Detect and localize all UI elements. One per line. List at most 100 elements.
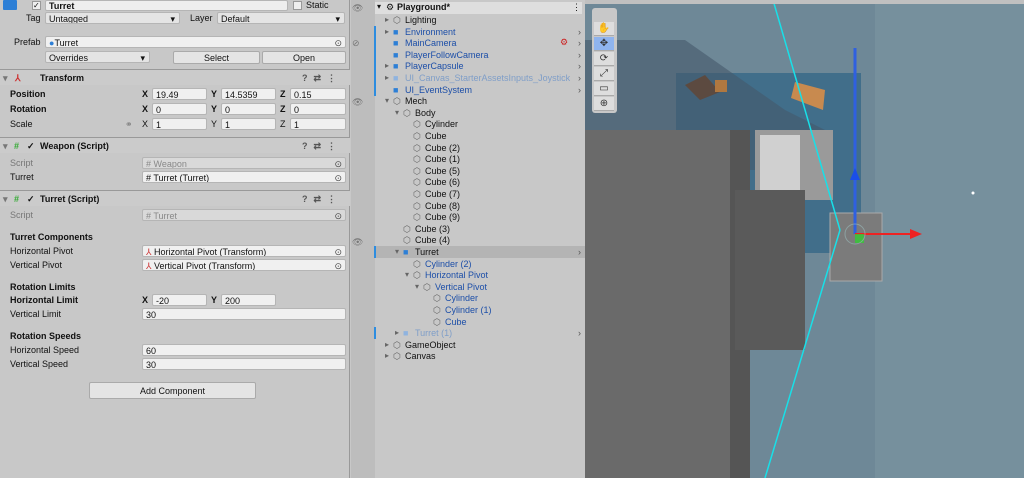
- hierarchy-item[interactable]: ▾ ⬡ Body: [375, 107, 585, 119]
- expand-arrow-icon[interactable]: ▸: [395, 327, 399, 339]
- enabled-checkbox[interactable]: ✓: [27, 191, 35, 207]
- weapon-header[interactable]: ▾ # ✓ Weapon (Script) ?⇄⋮: [0, 137, 350, 153]
- chevron-right-icon[interactable]: ›: [578, 49, 581, 61]
- expand-arrow-icon[interactable]: ▸: [385, 26, 389, 38]
- position-x[interactable]: 19.49: [152, 88, 207, 100]
- expand-arrow-icon[interactable]: ▸: [385, 350, 389, 362]
- component-menu-icons[interactable]: ?⇄⋮: [302, 138, 342, 154]
- expand-arrow-icon[interactable]: ▾: [395, 246, 399, 258]
- chevron-right-icon[interactable]: ›: [578, 84, 581, 96]
- horizontal-limit-y[interactable]: 200: [221, 294, 276, 306]
- expand-arrow-icon[interactable]: ▾: [405, 269, 409, 281]
- chevron-right-icon[interactable]: ›: [578, 26, 581, 38]
- hierarchy-item[interactable]: ⬡ Cube (3): [375, 223, 585, 235]
- vertical-pivot-field[interactable]: ⅄ Vertical Pivot (Transform) ⊙: [142, 259, 346, 271]
- collapse-arrow-icon[interactable]: ▾: [3, 70, 8, 86]
- active-checkbox[interactable]: ✓: [32, 1, 41, 10]
- vertical-limit-input[interactable]: 30: [142, 308, 346, 320]
- layer-dropdown[interactable]: Default ▾: [217, 12, 345, 24]
- enabled-checkbox[interactable]: ✓: [27, 138, 35, 154]
- transform-icon[interactable]: ⊕: [594, 97, 614, 111]
- hierarchy-item[interactable]: ▸ ■ UI_Canvas_StarterAssetsInputs_Joystick…: [375, 72, 585, 84]
- hierarchy-item[interactable]: ⬡ Cube (9): [375, 211, 585, 223]
- scale-z[interactable]: 1: [290, 118, 346, 130]
- hidden-eye-icon[interactable]: ⊘: [352, 38, 360, 49]
- hierarchy-item[interactable]: ⬡ Cube (8): [375, 200, 585, 212]
- expand-arrow-icon[interactable]: ▾: [385, 95, 389, 107]
- open-button[interactable]: Open: [262, 51, 346, 64]
- object-picker-icon[interactable]: ⊙: [334, 260, 342, 270]
- hierarchy-item[interactable]: ▸ ■ Environment ›: [375, 26, 585, 38]
- expand-arrow-icon[interactable]: ▸: [385, 14, 389, 26]
- expand-arrow-icon[interactable]: ▸: [385, 339, 389, 351]
- horizontal-limit-x[interactable]: -20: [152, 294, 207, 306]
- scale-y[interactable]: 1: [221, 118, 276, 130]
- scene-arrow-icon[interactable]: ▾: [377, 2, 381, 11]
- rotation-x[interactable]: 0: [152, 103, 207, 115]
- hierarchy-item[interactable]: ⬡ Cube (1): [375, 153, 585, 165]
- vertical-speed-input[interactable]: 30: [142, 358, 346, 370]
- hierarchy-item[interactable]: ⬡ Cylinder (1): [375, 304, 585, 316]
- hierarchy-item[interactable]: ▾ ⬡ Mech: [375, 95, 585, 107]
- object-name-input[interactable]: Turret: [45, 0, 288, 11]
- hierarchy-item[interactable]: ⬡ Cube: [375, 130, 585, 142]
- add-component-button[interactable]: Add Component: [89, 382, 256, 399]
- expand-arrow-icon[interactable]: ▾: [415, 281, 419, 293]
- static-checkbox[interactable]: [293, 1, 302, 10]
- scale-icon[interactable]: ⤢: [594, 67, 614, 81]
- prefab-field[interactable]: ●Turret ⊙: [45, 36, 346, 48]
- horizontal-speed-input[interactable]: 60: [142, 344, 346, 356]
- hierarchy-item[interactable]: ⬡ Cube (6): [375, 176, 585, 188]
- hierarchy-item[interactable]: ▾ ⬡ Horizontal Pivot: [375, 269, 585, 281]
- object-picker-icon[interactable]: ⊙: [334, 172, 342, 182]
- hierarchy-item[interactable]: ▸ ■ Turret (1) ›: [375, 327, 585, 339]
- hierarchy-item[interactable]: ⬡ Cylinder (2): [375, 258, 585, 270]
- eye-icon[interactable]: 👁: [352, 237, 363, 248]
- hierarchy-item[interactable]: ⬡ Cube: [375, 316, 585, 328]
- expand-arrow-icon[interactable]: ▸: [385, 72, 389, 84]
- hierarchy-item[interactable]: ▸ ■ PlayerCapsule ›: [375, 60, 585, 72]
- hierarchy-item[interactable]: ⬡ Cylinder: [375, 118, 585, 130]
- overrides-dropdown[interactable]: Overrides ▾: [45, 51, 150, 63]
- rotate-icon[interactable]: ⟳: [594, 52, 614, 66]
- hierarchy-item[interactable]: ⬡ Cube (4): [375, 234, 585, 246]
- expand-arrow-icon[interactable]: ▸: [385, 60, 389, 72]
- link-icon[interactable]: ⚭: [125, 117, 133, 131]
- rect-icon[interactable]: ▭: [594, 82, 614, 96]
- hierarchy-item[interactable]: ▾ ⬡ Vertical Pivot: [375, 281, 585, 293]
- hierarchy-item[interactable]: ▸ ⬡ Canvas: [375, 350, 585, 362]
- chevron-right-icon[interactable]: ›: [578, 60, 581, 72]
- chevron-right-icon[interactable]: ›: [578, 37, 581, 49]
- chevron-right-icon[interactable]: ›: [578, 246, 581, 258]
- move-icon[interactable]: ✥: [594, 37, 614, 51]
- eye-icon[interactable]: 👁: [352, 97, 363, 108]
- object-picker-icon[interactable]: ⊙: [334, 246, 342, 256]
- chevron-right-icon[interactable]: ›: [578, 72, 581, 84]
- tag-dropdown[interactable]: Untagged ▾: [45, 12, 180, 24]
- hierarchy-item[interactable]: ■ PlayerFollowCamera ›: [375, 49, 585, 61]
- hierarchy-item[interactable]: ■ MainCamera ›: [375, 37, 585, 49]
- horizontal-pivot-field[interactable]: ⅄ Horizontal Pivot (Transform) ⊙: [142, 245, 346, 257]
- hierarchy-item[interactable]: ■ UI_EventSystem ›: [375, 84, 585, 96]
- hierarchy-item[interactable]: ⬡ Cylinder: [375, 292, 585, 304]
- transform-header[interactable]: ▾ ⅄ Transform ?⇄⋮: [0, 69, 350, 85]
- hierarchy-item[interactable]: ⬡ Cube (2): [375, 142, 585, 154]
- scene-menu-icon[interactable]: ⋮: [572, 2, 581, 13]
- eye-icon[interactable]: 👁: [352, 3, 363, 14]
- hierarchy-item[interactable]: ▸ ⬡ GameObject: [375, 339, 585, 351]
- position-y[interactable]: 14.5359: [221, 88, 276, 100]
- component-menu-icons[interactable]: ?⇄⋮: [302, 191, 342, 207]
- object-picker-icon[interactable]: ⊙: [334, 37, 342, 47]
- rotation-z[interactable]: 0: [290, 103, 346, 115]
- expand-arrow-icon[interactable]: ▾: [395, 107, 399, 119]
- turret-script-header[interactable]: ▾ # ✓ Turret (Script) ?⇄⋮: [0, 190, 350, 206]
- hand-icon[interactable]: ✋: [594, 22, 614, 36]
- hierarchy-item[interactable]: ⬡ Cube (5): [375, 165, 585, 177]
- position-z[interactable]: 0.15: [290, 88, 346, 100]
- component-menu-icons[interactable]: ?⇄⋮: [302, 70, 342, 86]
- rotation-y[interactable]: 0: [221, 103, 276, 115]
- scene-render[interactable]: [585, 0, 1024, 478]
- turret-reference-field[interactable]: # Turret (Turret) ⊙: [142, 171, 346, 183]
- scale-x[interactable]: 1: [152, 118, 207, 130]
- hierarchy-item[interactable]: ▸ ⬡ Lighting: [375, 14, 585, 26]
